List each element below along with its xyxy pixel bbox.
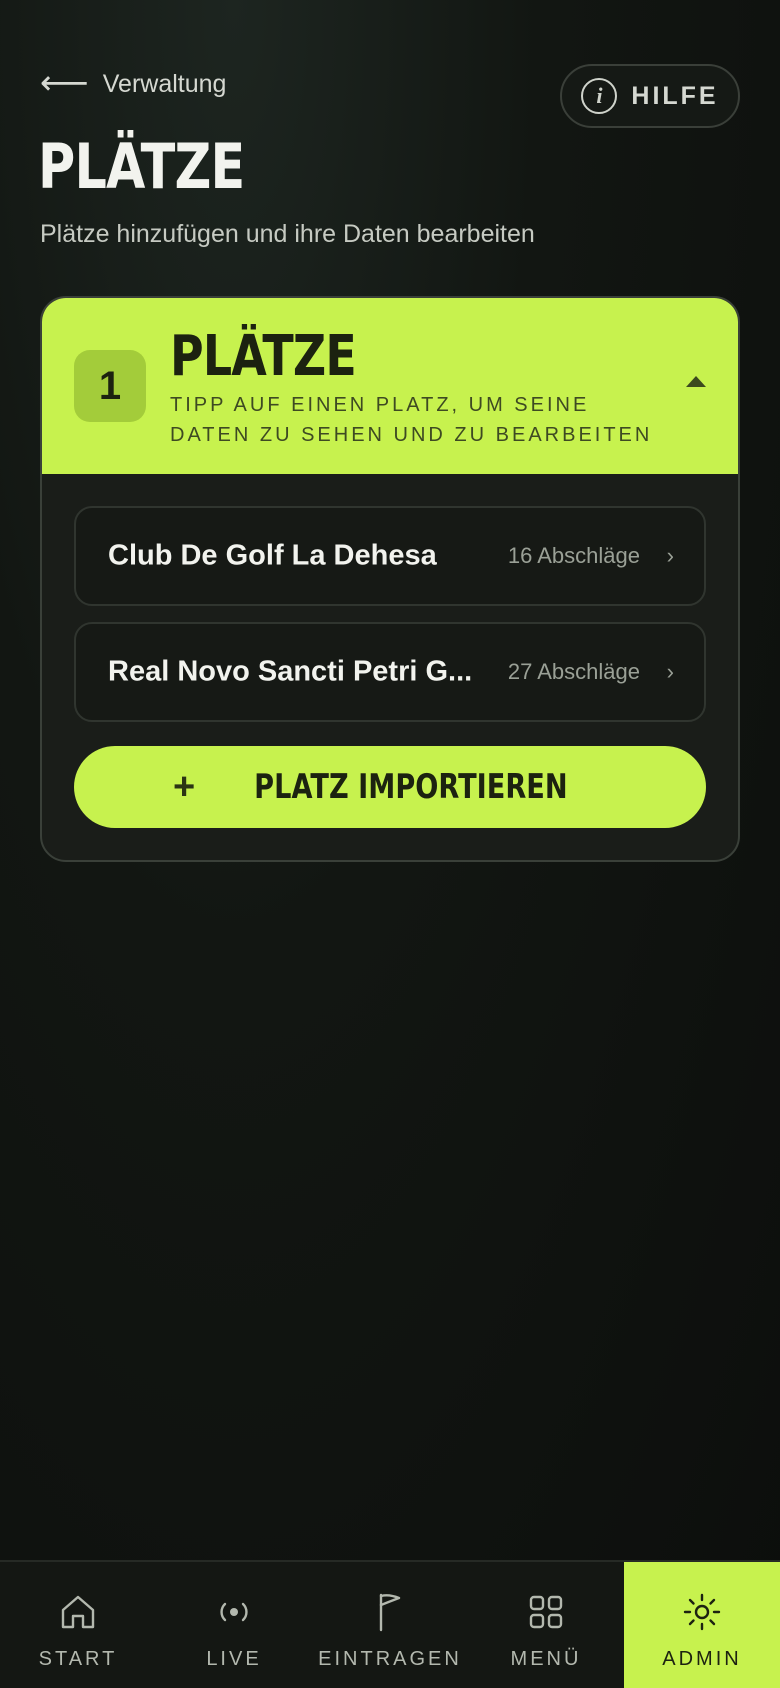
help-button[interactable]: i HILFE <box>560 64 740 128</box>
tab-label: LIVE <box>206 1648 262 1670</box>
page-subtitle: Plätze hinzufügen und ihre Daten bearbei… <box>40 220 535 248</box>
chevron-right-icon: › <box>666 543 674 568</box>
info-icon: i <box>581 78 618 114</box>
tab-label: ADMIN <box>662 1648 742 1670</box>
gear-icon <box>682 1592 722 1632</box>
course-count-badge: 1 <box>74 350 146 422</box>
courses-card-hint: TIPP AUF EINEN PLATZ, UM SEINE DATEN ZU … <box>170 394 653 446</box>
tab-admin[interactable]: ADMIN <box>624 1562 780 1688</box>
courses-card: 1 PLÄTZE TIPP AUF EINEN PLATZ, UM SEINE … <box>40 296 740 862</box>
tab-start[interactable]: START <box>0 1562 156 1688</box>
bottom-tab-bar: START LIVE EINTRAGEN MENÜ ADMIN <box>0 1560 780 1688</box>
course-row[interactable]: Real Novo Sancti Petri G... 27 Abschläge… <box>74 622 706 722</box>
tab-menu[interactable]: MENÜ <box>468 1562 624 1688</box>
arrow-left-icon: ⟵ <box>40 64 89 102</box>
courses-card-header[interactable]: 1 PLÄTZE TIPP AUF EINEN PLATZ, UM SEINE … <box>42 298 738 474</box>
live-broadcast-icon <box>214 1592 254 1632</box>
chevron-right-icon: › <box>666 659 674 684</box>
courses-card-title: PLÄTZE <box>170 324 357 389</box>
course-name: Real Novo Sancti Petri G... <box>108 655 473 688</box>
course-tee-count: 27 Abschläge <box>507 659 640 684</box>
back-link[interactable]: ⟵ Verwaltung <box>40 64 227 102</box>
tab-live[interactable]: LIVE <box>156 1562 312 1688</box>
grid-icon <box>528 1592 564 1632</box>
tab-label: START <box>38 1648 118 1670</box>
page-title: PLÄTZE <box>38 130 245 203</box>
course-tee-count: 16 Abschläge <box>507 543 640 568</box>
import-course-label: PLATZ IMPORTIEREN <box>254 767 568 807</box>
tab-eintragen[interactable]: EINTRAGEN <box>312 1562 468 1688</box>
back-link-label: Verwaltung <box>102 69 227 98</box>
plus-icon: + <box>172 766 196 808</box>
tab-label: EINTRAGEN <box>318 1648 462 1670</box>
tab-label: MENÜ <box>510 1648 582 1670</box>
flag-icon <box>373 1592 407 1632</box>
import-course-button[interactable]: + PLATZ IMPORTIEREN <box>74 746 706 828</box>
help-button-label: HILFE <box>631 81 719 110</box>
caret-up-icon[interactable] <box>686 376 706 387</box>
course-row[interactable]: Club De Golf La Dehesa 16 Abschläge › <box>74 506 706 606</box>
home-icon <box>59 1592 97 1632</box>
course-name: Club De Golf La Dehesa <box>108 539 437 572</box>
